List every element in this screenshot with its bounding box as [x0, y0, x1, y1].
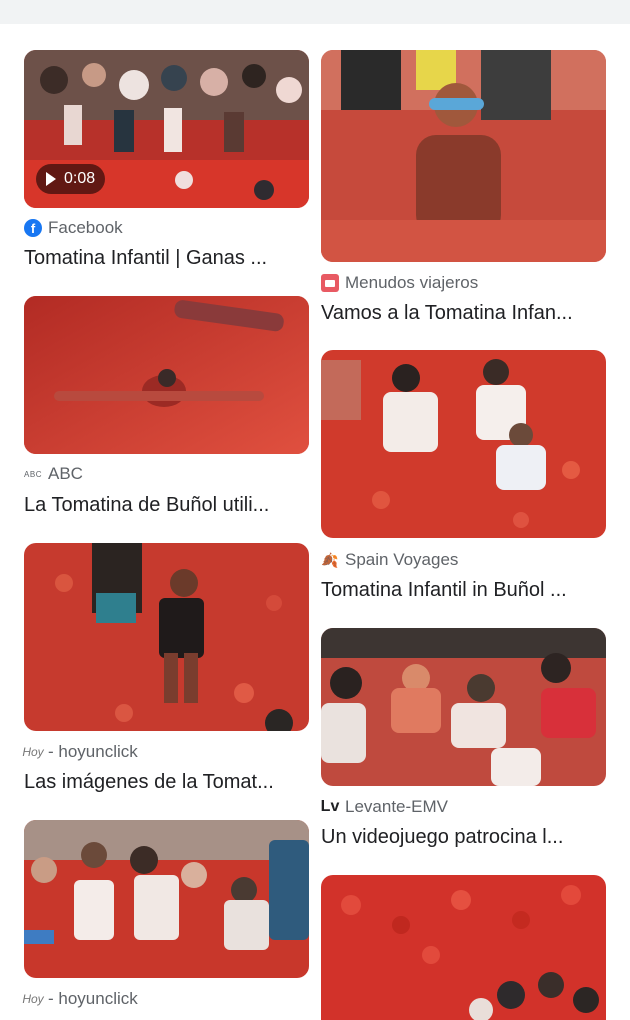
video-duration: 0:08: [64, 170, 96, 187]
result-title[interactable]: Las imágenes de la Tomat...: [24, 771, 309, 794]
result-thumbnail[interactable]: [24, 296, 309, 454]
menudos-viajeros-icon: [321, 274, 339, 292]
result-thumbnail[interactable]: [321, 50, 606, 262]
result-thumbnail[interactable]: 0:08: [24, 50, 309, 208]
result-source: 🍂 Spain Voyages: [321, 549, 458, 571]
tomatina-kids-image: [24, 543, 309, 731]
result-thumbnail[interactable]: [24, 543, 309, 731]
result-title[interactable]: Tomatina Infantil | Ganas ...: [24, 247, 309, 270]
result-title[interactable]: La Tomatina de Buñol utili...: [24, 494, 309, 517]
result-thumbnail[interactable]: [321, 350, 606, 538]
abc-icon: ABC: [24, 469, 42, 479]
result-source: Hoy - hoyunclick: [22, 741, 138, 763]
result-title[interactable]: Un videojuego patrocina l...: [321, 826, 606, 849]
tomatina-ground-image: [24, 296, 309, 454]
result-source: Hoy - hoyunclick: [22, 988, 138, 1010]
tomatina-circle-image: [321, 628, 606, 786]
result-card[interactable]: ABC ABC La Tomatina de Buñol utili...: [24, 296, 309, 516]
result-card[interactable]: 0:08 f Facebook Tomatina Infantil | Gana…: [24, 50, 309, 269]
result-source: Menudos viajeros: [321, 272, 478, 294]
result-thumbnail[interactable]: [321, 628, 606, 786]
play-icon: [46, 172, 56, 186]
result-card[interactable]: 🍂 Spain Voyages Tomatina Infantil in Buñ…: [321, 350, 606, 601]
tomatina-group-image: [24, 820, 309, 978]
result-source-name: Facebook: [48, 218, 123, 237]
result-source-name: Levante-EMV: [345, 797, 448, 816]
result-card[interactable]: [321, 875, 606, 1020]
result-title[interactable]: Tomatina Infantil in Buñol ...: [321, 579, 606, 602]
tomatina-pulp-image: [321, 875, 606, 1020]
result-source-name: Spain Voyages: [345, 550, 459, 569]
result-card[interactable]: Menudos viajeros Vamos a la Tomatina Inf…: [321, 50, 606, 324]
result-source: ABC ABC: [24, 463, 83, 485]
video-duration-badge: 0:08: [36, 164, 106, 194]
top-bar: [0, 0, 630, 24]
result-card[interactable]: Hoy - hoyunclick: [22, 820, 309, 1008]
result-source-name: Menudos viajeros: [345, 273, 479, 292]
result-source-name: - hoyunclick: [48, 742, 138, 761]
result-card[interactable]: Lv Levante-EMV Un videojuego patrocina l…: [321, 628, 606, 848]
tomatina-boy-goggles-image: [321, 50, 606, 262]
result-source-name: - hoyunclick: [48, 989, 138, 1008]
result-thumbnail[interactable]: [321, 875, 606, 1020]
hoyunclick-icon: Hoy: [22, 992, 44, 1006]
result-source-name: ABC: [48, 464, 83, 483]
hoyunclick-icon: Hoy: [22, 745, 44, 759]
result-thumbnail[interactable]: [24, 820, 309, 978]
levante-emv-icon: Lv: [320, 798, 340, 815]
result-title[interactable]: Vamos a la Tomatina Infan...: [321, 302, 606, 325]
result-source: f Facebook: [24, 217, 123, 239]
facebook-icon: f: [24, 219, 42, 237]
result-card[interactable]: Hoy - hoyunclick Las imágenes de la Toma…: [22, 543, 309, 793]
tomatina-children-image: [321, 350, 606, 538]
result-source: Lv Levante-EMV: [321, 796, 448, 818]
spain-voyages-icon: 🍂: [321, 551, 339, 568]
